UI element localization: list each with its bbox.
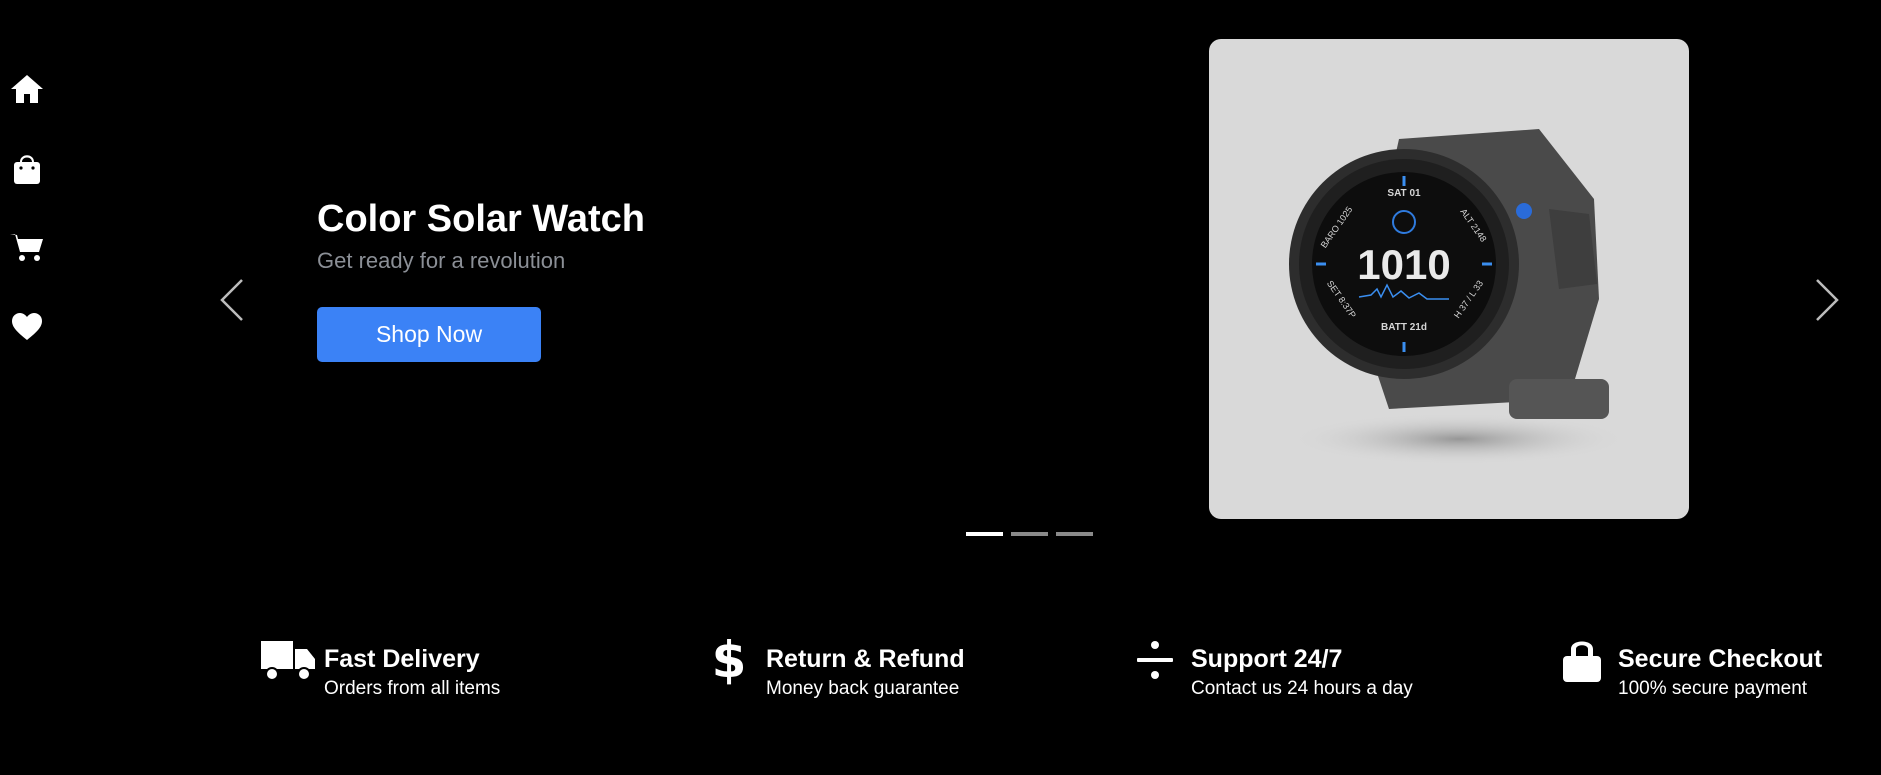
feature-subtitle: Orders from all items: [324, 678, 501, 699]
feature-subtitle: Money back guarantee: [766, 678, 960, 699]
watch-time: 1010: [1357, 241, 1450, 288]
watch-bottom-label: BATT 21d: [1381, 322, 1427, 333]
hero-carousel: Color Solar Watch Get ready for a revolu…: [0, 0, 1881, 560]
carousel-prev-arrow-icon[interactable]: [212, 270, 252, 330]
divide-icon: [1125, 630, 1185, 690]
carousel-next-arrow-icon[interactable]: [1807, 270, 1847, 330]
feature-subtitle: Contact us 24 hours a day: [1191, 678, 1413, 699]
feature-title: Return & Refund: [766, 645, 965, 673]
truck-icon: [258, 630, 318, 690]
feature-title: Fast Delivery: [324, 645, 480, 673]
carousel-dot-3[interactable]: [1056, 532, 1093, 536]
feature-title: Secure Checkout: [1618, 645, 1823, 673]
feature-support: Support 24/7 Contact us 24 hours a day: [1125, 630, 1413, 700]
shop-now-button[interactable]: Shop Now: [317, 307, 541, 362]
features-bar: Fast Delivery Orders from all items $ Re…: [0, 630, 1881, 710]
hero-title: Color Solar Watch: [317, 198, 645, 240]
watch-top-label: SAT 01: [1387, 188, 1421, 199]
lock-icon: [1552, 630, 1612, 690]
feature-subtitle: 100% secure payment: [1618, 678, 1808, 699]
feature-secure-checkout: Secure Checkout 100% secure payment: [1552, 630, 1822, 700]
feature-fast-delivery: Fast Delivery Orders from all items: [258, 630, 500, 700]
dollar-icon: $: [711, 631, 747, 689]
smartwatch-image: SAT 01 1010 BATT 21d BARO 1025 ALT 2148 …: [1289, 129, 1629, 465]
carousel-dot-1[interactable]: [966, 532, 1003, 536]
feature-title: Support 24/7: [1191, 645, 1343, 673]
carousel-dot-2[interactable]: [1011, 532, 1048, 536]
hero-subtitle: Get ready for a revolution: [317, 248, 566, 273]
carousel-indicators: [966, 532, 1093, 536]
feature-return-refund: $ Return & Refund Money back guarantee: [698, 630, 965, 700]
product-image-card: SAT 01 1010 BATT 21d BARO 1025 ALT 2148 …: [1209, 39, 1689, 519]
